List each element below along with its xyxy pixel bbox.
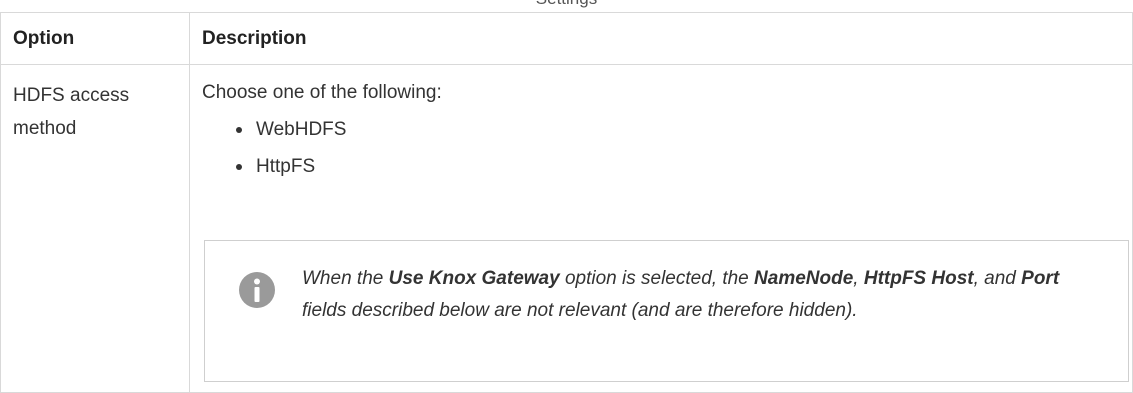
option-cell: HDFS access method	[0, 64, 190, 393]
note-emphasis-httpfs-host: HttpFS Host	[863, 268, 974, 289]
note-text-part: option is selected, the	[559, 268, 755, 289]
option-name: HDFS access method	[13, 85, 130, 139]
note-emphasis-namenode: NameNode	[754, 268, 854, 289]
note-text-part: ,	[853, 268, 864, 289]
note-text-part: fields described below are not relevant …	[302, 300, 858, 321]
table-caption: Settings	[0, 0, 1133, 9]
description-header-label: Description	[202, 27, 307, 49]
access-method-list: WebHDFS HttpFS	[202, 111, 1120, 185]
option-header-label: Option	[13, 27, 75, 49]
list-item: WebHDFS	[236, 111, 1120, 148]
note-emphasis-port: Port	[1021, 268, 1060, 289]
table-header-row: Option Description	[0, 12, 1133, 65]
info-note: When the Use Knox Gateway option is sele…	[204, 240, 1129, 382]
column-header-option: Option	[0, 12, 190, 65]
description-intro: Choose one of the following:	[202, 82, 442, 103]
list-item: HttpFS	[236, 148, 1120, 185]
note-text-part: When the	[302, 268, 389, 289]
info-icon	[239, 272, 275, 308]
note-text-part: , and	[973, 268, 1022, 289]
column-header-description: Description	[189, 12, 1133, 65]
note-text: When the Use Knox Gateway option is sele…	[302, 263, 1102, 327]
note-emphasis-use-knox-gateway: Use Knox Gateway	[388, 268, 560, 289]
